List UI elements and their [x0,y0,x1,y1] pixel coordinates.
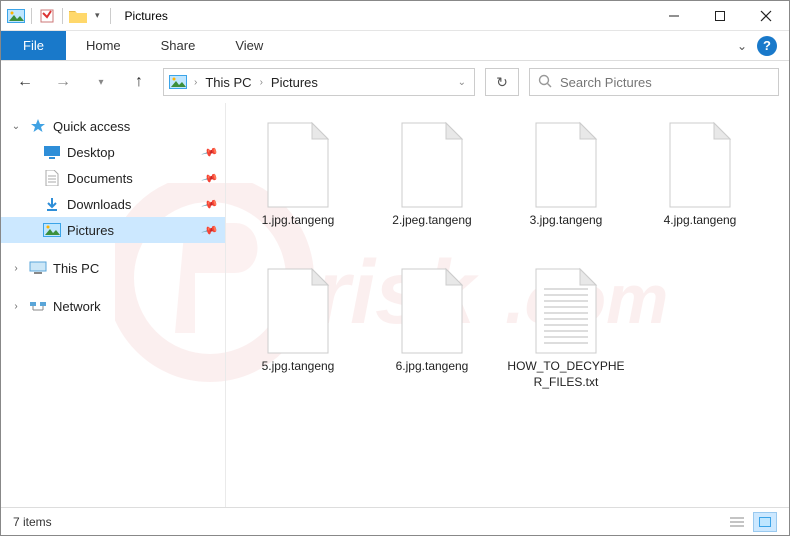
address-bar[interactable]: › This PC › Pictures ⌄ [163,68,475,96]
ribbon: File Home Share View ⌄ ? [1,31,789,61]
blank-file-icon [664,121,736,209]
search-box[interactable] [529,68,779,96]
sidebar-item-label: Desktop [67,145,115,160]
blank-file-icon [262,267,334,355]
text-file-icon [530,267,602,355]
desktop-icon [43,143,61,161]
search-icon [538,74,552,91]
view-details-button[interactable] [725,512,749,532]
blank-file-icon [396,121,468,209]
pin-icon: 📌 [201,143,219,161]
help-button[interactable]: ? [757,36,777,56]
refresh-button[interactable]: ↻ [485,68,519,96]
folder-icon [69,7,87,25]
sidebar-item-label: Documents [67,171,133,186]
back-button[interactable]: ← [11,68,39,96]
close-button[interactable] [743,1,789,31]
document-icon [43,169,61,187]
window-title: Pictures [125,9,168,23]
tab-home[interactable]: Home [66,31,141,60]
file-label: 4.jpg.tangeng [664,213,737,229]
blank-file-icon [262,121,334,209]
blank-file-icon [530,121,602,209]
sidebar: ⌄ Quick access Desktop 📌 Documents 📌 Dow… [1,103,226,507]
picture-library-icon [7,7,25,25]
sidebar-item-label: This PC [53,261,99,276]
computer-icon [29,259,47,277]
sidebar-this-pc[interactable]: › This PC [1,255,225,281]
up-button[interactable]: ↑ [125,68,153,96]
file-label: 2.jpeg.tangeng [392,213,471,229]
minimize-button[interactable] [651,1,697,31]
sidebar-item-documents[interactable]: Documents 📌 [1,165,225,191]
crumb-pictures[interactable]: Pictures [269,75,320,90]
qat-chevron-icon[interactable]: ▾ [95,10,100,21]
sidebar-network[interactable]: › Network [1,293,225,319]
recent-locations-button[interactable]: ▾ [87,68,115,96]
status-item-count: 7 items [13,515,52,529]
pin-icon: 📌 [201,195,219,213]
file-tab[interactable]: File [1,31,66,60]
chevron-right-icon[interactable]: › [9,263,23,274]
file-item[interactable]: 3.jpg.tangeng [502,115,630,255]
file-item[interactable]: 2.jpeg.tangeng [368,115,496,255]
crumb-this-pc[interactable]: This PC [203,75,253,90]
tab-view[interactable]: View [215,31,283,60]
sidebar-item-label: Downloads [67,197,131,212]
maximize-button[interactable] [697,1,743,31]
file-item[interactable]: HOW_TO_DECYPHER_FILES.txt [502,261,630,401]
qat-properties-icon[interactable] [38,7,56,25]
titlebar: ▾ Pictures [1,1,789,31]
file-item[interactable]: 1.jpg.tangeng [234,115,362,255]
sidebar-quick-access[interactable]: ⌄ Quick access [1,113,225,139]
blank-file-icon [396,267,468,355]
chevron-right-icon[interactable]: › [9,301,23,312]
sidebar-item-pictures[interactable]: Pictures 📌 [1,217,225,243]
sidebar-item-label: Network [53,299,101,314]
file-item[interactable]: 6.jpg.tangeng [368,261,496,401]
network-icon [29,297,47,315]
sidebar-item-label: Pictures [67,223,114,238]
pin-icon: 📌 [201,221,219,239]
file-grid[interactable]: 1.jpg.tangeng 2.jpeg.tangeng 3.jpg.tangeng… [226,103,789,507]
forward-button[interactable]: → [49,68,77,96]
star-icon [29,117,47,135]
chevron-right-icon[interactable]: › [190,77,201,88]
downloads-icon [43,195,61,213]
navbar: ← → ▾ ↑ › This PC › Pictures ⌄ ↻ [1,61,789,103]
file-label: 6.jpg.tangeng [396,359,469,375]
file-label: 5.jpg.tangeng [262,359,335,375]
file-label: 1.jpg.tangeng [262,213,335,229]
file-label: HOW_TO_DECYPHER_FILES.txt [506,359,626,390]
file-label: 3.jpg.tangeng [530,213,603,229]
sidebar-item-label: Quick access [53,119,130,134]
file-item[interactable]: 4.jpg.tangeng [636,115,764,255]
statusbar: 7 items [1,507,789,535]
chevron-down-icon[interactable]: ⌄ [9,121,23,132]
picture-library-icon [168,72,188,92]
view-icons-button[interactable] [753,512,777,532]
file-item[interactable]: 5.jpg.tangeng [234,261,362,401]
tab-share[interactable]: Share [141,31,216,60]
chevron-down-icon[interactable]: ⌄ [454,77,470,88]
chevron-right-icon[interactable]: › [256,77,267,88]
search-input[interactable] [560,75,770,90]
ribbon-expand-icon[interactable]: ⌄ [737,39,747,53]
pin-icon: 📌 [201,169,219,187]
sidebar-item-desktop[interactable]: Desktop 📌 [1,139,225,165]
pictures-icon [43,221,61,239]
sidebar-item-downloads[interactable]: Downloads 📌 [1,191,225,217]
